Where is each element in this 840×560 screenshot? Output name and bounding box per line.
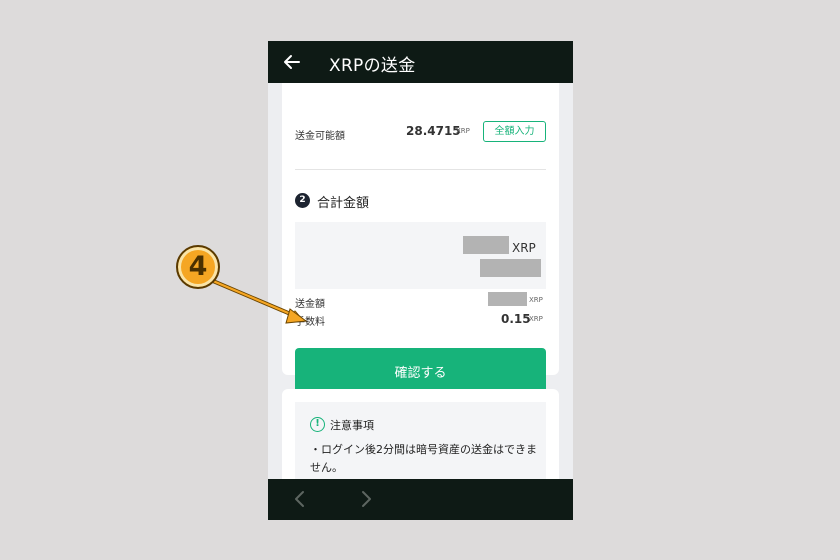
step-marker-badge: 4	[176, 245, 220, 289]
step-marker-number: 4	[188, 251, 208, 282]
annotation-arrow	[212, 279, 308, 324]
